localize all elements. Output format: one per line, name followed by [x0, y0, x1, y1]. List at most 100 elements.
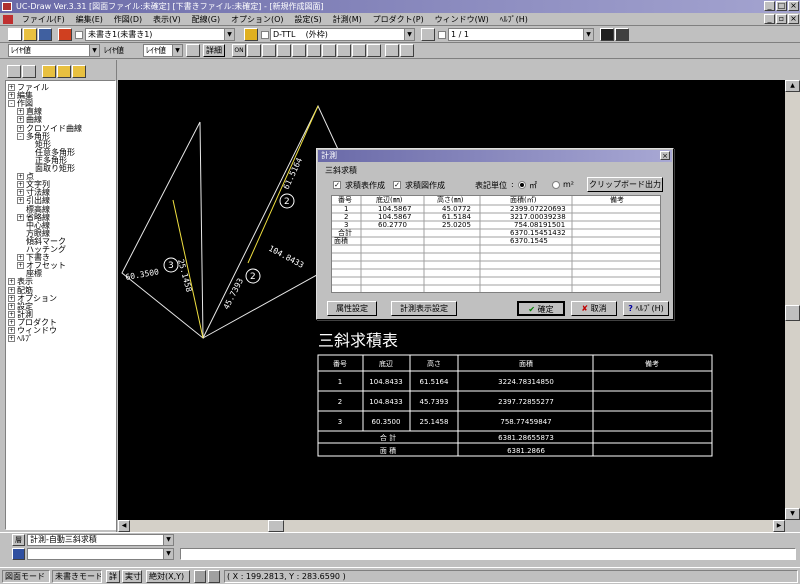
menu-product[interactable]: プロダクト(P): [369, 13, 428, 26]
linewidth-preview[interactable]: [186, 44, 200, 57]
chevron-down-icon[interactable]: ▼: [163, 535, 173, 545]
menu-options[interactable]: オプション(O): [227, 13, 288, 26]
detail-toggle[interactable]: 詳: [106, 570, 120, 583]
expand-icon[interactable]: +: [8, 294, 15, 302]
collapse-icon[interactable]: -: [8, 100, 15, 108]
select-arrow-icon[interactable]: [322, 44, 336, 57]
doc-icon[interactable]: [3, 15, 13, 24]
vertical-scrollbar[interactable]: ▲ ▼: [785, 80, 800, 520]
expand-icon[interactable]: +: [8, 335, 15, 343]
print-icon[interactable]: [615, 28, 629, 41]
menu-rebar[interactable]: 配線(G): [188, 13, 224, 26]
chevron-down-icon[interactable]: ▼: [163, 549, 173, 559]
menu-help[interactable]: ﾍﾙﾌﾟ(H): [496, 13, 532, 26]
grid-icon[interactable]: [337, 44, 351, 57]
tree-tab-3[interactable]: [42, 65, 56, 78]
expand-icon[interactable]: +: [8, 92, 15, 100]
clipboard-button[interactable]: クリップボード出力: [587, 177, 663, 192]
monitor-icon[interactable]: [600, 28, 614, 41]
expand-icon[interactable]: +: [8, 327, 15, 334]
tree-tab-2[interactable]: [22, 65, 36, 78]
command-input[interactable]: [180, 548, 796, 560]
table-create-checkbox[interactable]: ✓: [333, 181, 341, 189]
command-history-combo[interactable]: ▼: [27, 548, 174, 560]
measure-display-settings-button[interactable]: 計測表示設定: [391, 301, 457, 316]
menu-window[interactable]: ウィンドウ(W): [431, 13, 493, 26]
draft-mode-button[interactable]: 未書きモード: [52, 570, 102, 583]
dialog-close-icon[interactable]: ×: [660, 151, 670, 160]
menu-file[interactable]: ファイル(F): [18, 13, 69, 26]
page-checkbox[interactable]: [438, 31, 446, 39]
hscroll-thumb[interactable]: [268, 520, 284, 532]
scroll-left-arrow[interactable]: ◀: [118, 520, 130, 532]
expand-icon[interactable]: +: [17, 116, 24, 124]
expand-icon[interactable]: +: [8, 318, 15, 326]
menu-settings[interactable]: 設定(S): [290, 13, 325, 26]
measure-grid[interactable]: 番号 底辺(㎜) 高さ(㎜) 面積(㎡) 備考 1 104.5867 45.07…: [331, 195, 661, 293]
snap-on-toggle[interactable]: ON: [232, 44, 246, 57]
expand-icon[interactable]: +: [8, 278, 15, 286]
doc-close-button[interactable]: ×: [788, 14, 799, 24]
actual-size-toggle[interactable]: 実寸: [122, 570, 142, 583]
collapse-icon[interactable]: -: [17, 132, 24, 140]
snap-perp-icon[interactable]: [292, 44, 306, 57]
layers-icon[interactable]: [352, 44, 366, 57]
tree-tab-4[interactable]: [57, 65, 71, 78]
command-combo[interactable]: 計測-自動三斜求積 ▼: [27, 534, 174, 546]
new-file-icon[interactable]: [8, 28, 22, 41]
snap-end-icon[interactable]: [247, 44, 261, 57]
expand-icon[interactable]: +: [17, 108, 24, 116]
unit-radio-m2[interactable]: [552, 181, 560, 189]
doc-minimize-button[interactable]: _: [764, 14, 775, 24]
menu-view[interactable]: 表示(V): [149, 13, 185, 26]
chevron-down-icon[interactable]: ▼: [172, 45, 182, 56]
expand-icon[interactable]: +: [17, 213, 24, 221]
page-icon[interactable]: [421, 28, 435, 41]
expand-icon[interactable]: +: [8, 286, 15, 294]
menu-edit[interactable]: 編集(E): [72, 13, 107, 26]
snap-mid-icon[interactable]: [262, 44, 276, 57]
app-icon[interactable]: [2, 2, 12, 11]
expand-icon[interactable]: +: [17, 124, 24, 132]
grid2-icon[interactable]: [400, 44, 414, 57]
chevron-down-icon[interactable]: ▼: [404, 29, 414, 40]
help-button[interactable]: ? ﾍﾙﾌﾟ(H): [623, 301, 669, 316]
vscroll-thumb[interactable]: [785, 305, 800, 321]
save-icon[interactable]: [38, 28, 52, 41]
expand-icon[interactable]: +: [8, 302, 15, 310]
detail-button[interactable]: 詳細: [203, 44, 225, 57]
layer-tag[interactable]: 層: [12, 534, 25, 546]
horizontal-scrollbar[interactable]: ◀ ▶: [118, 520, 785, 532]
expand-icon[interactable]: +: [8, 310, 15, 318]
minimize-button[interactable]: _: [764, 1, 775, 11]
chevron-down-icon[interactable]: ▼: [583, 29, 593, 40]
chevron-down-icon[interactable]: ▼: [89, 45, 99, 56]
scroll-up-arrow[interactable]: ▲: [785, 80, 800, 92]
open-folder-icon[interactable]: [23, 28, 37, 41]
scroll-down-arrow[interactable]: ▼: [785, 508, 800, 520]
attribute-settings-button[interactable]: 属性設定: [327, 301, 377, 316]
status-toggle-1[interactable]: [194, 570, 206, 583]
linetype-combo[interactable]: D-TTL (外枠) ▼: [270, 28, 415, 41]
drawing-mode-button[interactable]: 図面モード: [2, 570, 50, 583]
expand-icon[interactable]: +: [17, 181, 24, 189]
table-icon[interactable]: [367, 44, 381, 57]
move-icon[interactable]: [385, 44, 399, 57]
status-toggle-2[interactable]: [208, 570, 220, 583]
layer-combo[interactable]: 未書き1(未書き1) ▼: [85, 28, 235, 41]
scroll-right-arrow[interactable]: ▶: [773, 520, 785, 532]
menu-draw[interactable]: 作図(D): [110, 13, 146, 26]
chevron-down-icon[interactable]: ▼: [224, 29, 234, 40]
snap-point-icon[interactable]: [307, 44, 321, 57]
unit-radio-sqm[interactable]: [518, 181, 526, 189]
expand-icon[interactable]: +: [17, 254, 24, 262]
expand-icon[interactable]: +: [17, 262, 24, 270]
command-icon[interactable]: [12, 548, 25, 560]
page-combo[interactable]: 1 / 1 ▼: [448, 28, 594, 41]
figure-create-checkbox[interactable]: ✓: [393, 181, 401, 189]
expand-icon[interactable]: +: [8, 84, 15, 91]
close-button[interactable]: ×: [788, 1, 799, 11]
expand-icon[interactable]: +: [17, 189, 24, 197]
color-combo[interactable]: ﾚｲﾔ値 ▼: [8, 44, 100, 57]
snap-cross-icon[interactable]: [277, 44, 291, 57]
